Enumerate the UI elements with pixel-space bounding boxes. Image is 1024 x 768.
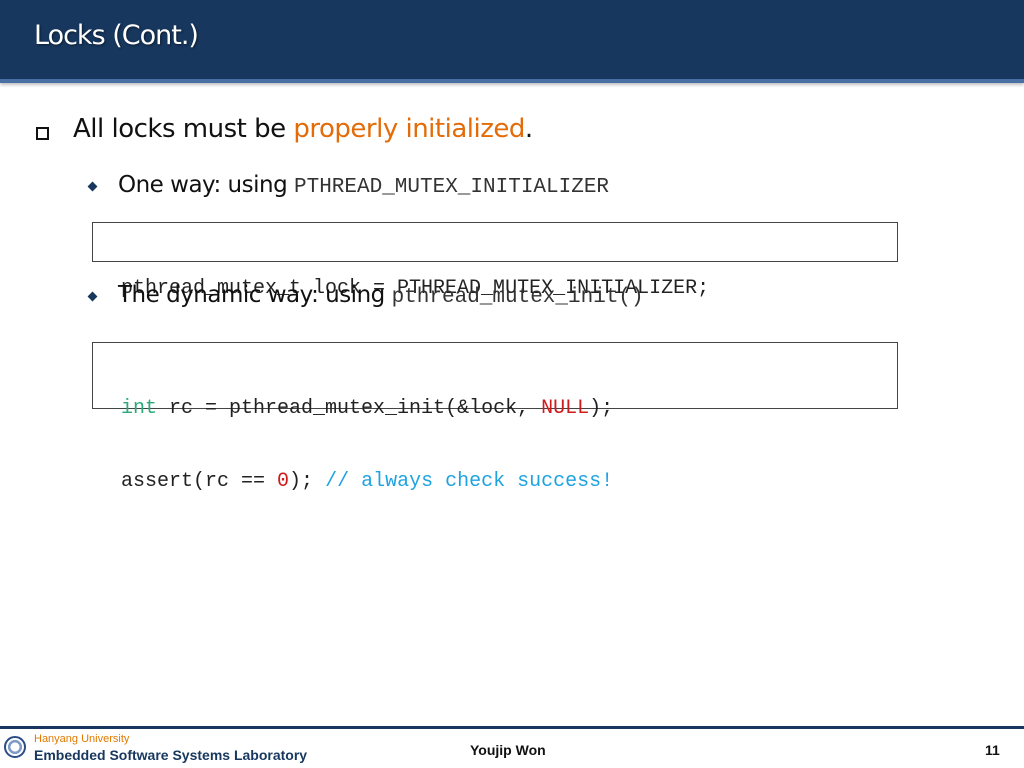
point-1: All locks must be properly initialized.: [73, 114, 533, 144]
title-bar: Locks (Cont.): [0, 0, 1024, 83]
code-text: );: [289, 470, 326, 493]
code-block-dynamic-init: int rc = pthread_mutex_init(&lock, NULL)…: [92, 342, 898, 493]
code-literal: 0: [277, 470, 290, 493]
square-bullet-icon: [36, 127, 49, 140]
code-line: assert(rc == 0); // always check success…: [121, 468, 897, 495]
code-text: );: [589, 397, 614, 420]
university-logo-icon: [4, 736, 26, 758]
footer-lab-name: Embedded Software Systems Laboratory: [34, 747, 308, 763]
sub-point-2: The dynamic way: using pthread_mutex_ini…: [118, 282, 644, 309]
page-number: 11: [985, 742, 1000, 758]
code-comment: // always check success!: [325, 470, 614, 493]
code-block-static-init: pthread_mutex_t lock = PTHREAD_MUTEX_INI…: [92, 222, 898, 300]
sub-point-2-code: pthread_mutex_init(): [391, 286, 644, 309]
sub-point-1: One way: using PTHREAD_MUTEX_INITIALIZER: [118, 172, 609, 199]
sub-point-1-text: One way: using: [118, 172, 294, 198]
code-text: rc = pthread_mutex_init(&lock,: [157, 397, 542, 420]
sub-point-1-code: PTHREAD_MUTEX_INITIALIZER: [293, 176, 610, 199]
code-keyword: int: [121, 397, 158, 420]
code-line: int rc = pthread_mutex_init(&lock, NULL)…: [121, 395, 897, 422]
diamond-bullet-icon: [87, 291, 98, 302]
point-1-highlight: properly initialized: [293, 114, 525, 144]
footer-university: Hanyang University: [34, 733, 130, 745]
slide-title: Locks (Cont.): [34, 20, 199, 51]
diamond-bullet-icon: [87, 181, 98, 192]
footer-author: Youjip Won: [470, 742, 546, 758]
code-text: assert(rc ==: [121, 470, 278, 493]
sub-point-2-text: The dynamic way: using: [118, 282, 392, 308]
point-1-text: All locks must be: [73, 114, 294, 144]
code-literal: NULL: [541, 397, 590, 420]
point-1-period: .: [524, 114, 533, 144]
footer-divider: [0, 726, 1024, 729]
